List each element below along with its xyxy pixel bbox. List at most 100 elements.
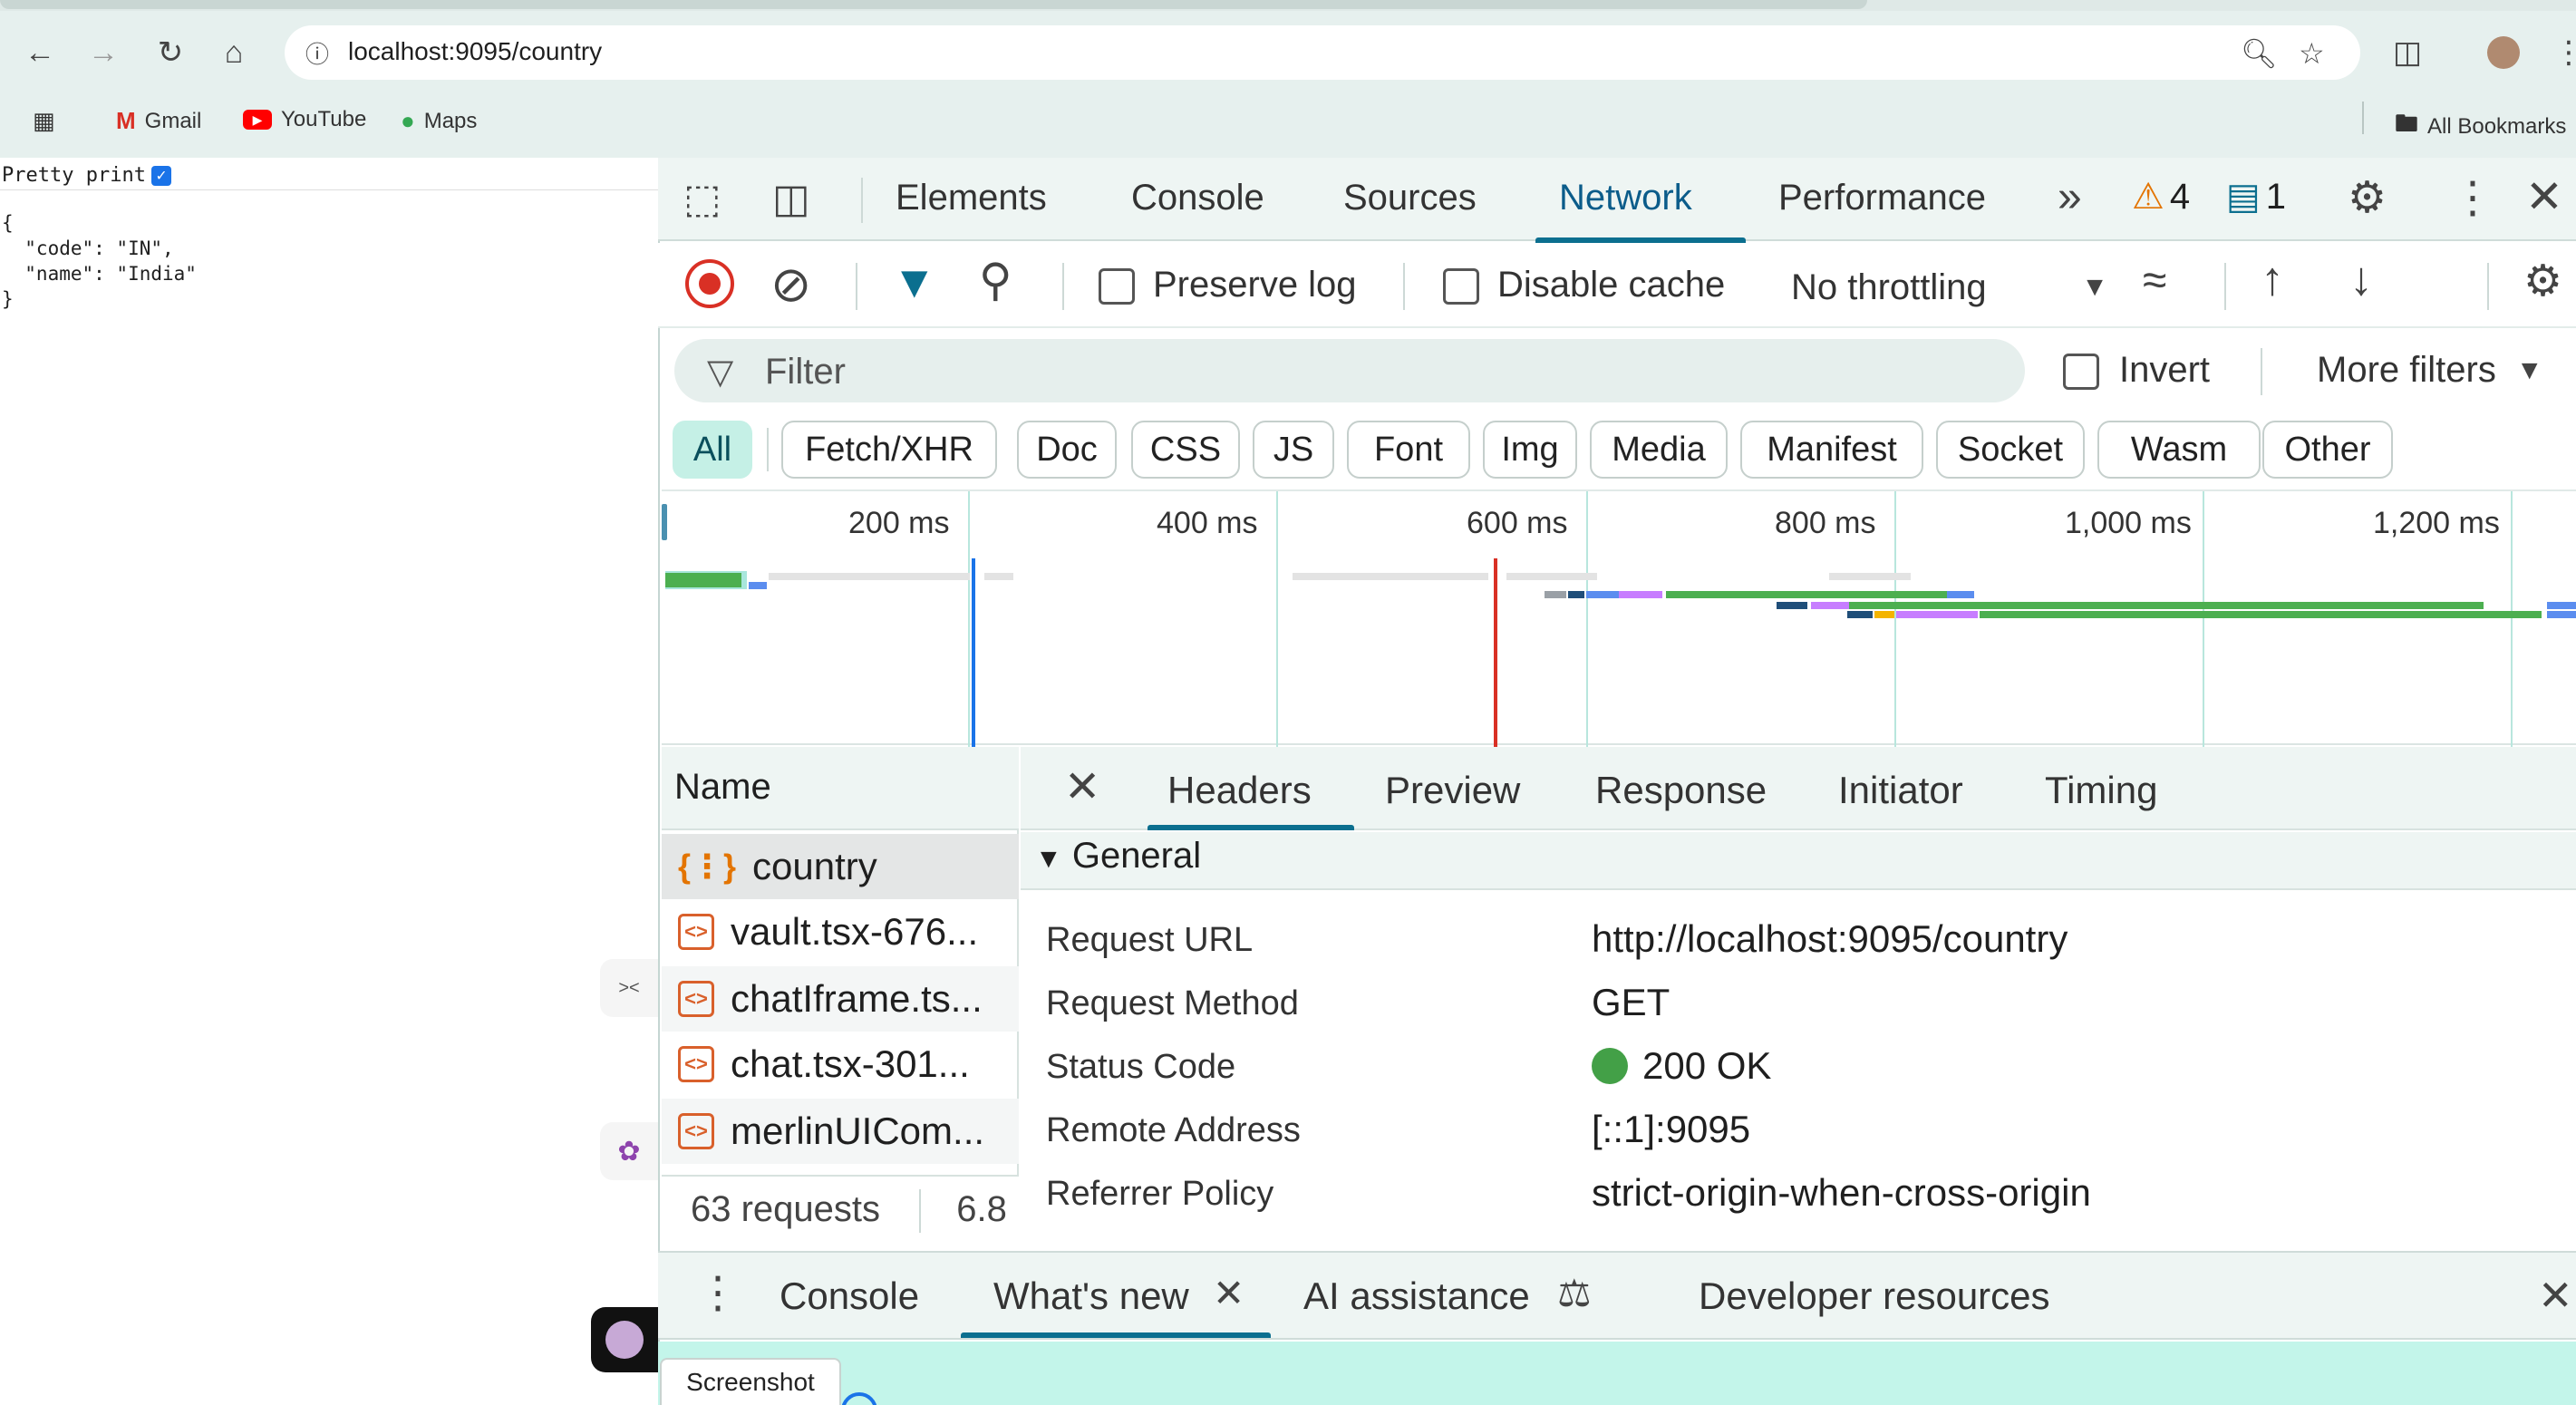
screenshot-button[interactable]: Screenshot (660, 1358, 841, 1405)
timeline-drag-handle[interactable] (662, 504, 667, 540)
header-value[interactable]: 200 OK (1642, 1044, 1771, 1088)
drawer-tab-indicator (961, 1332, 1271, 1338)
search-icon[interactable]: ⚲ (979, 254, 1012, 306)
type-filter-font[interactable]: Font (1347, 421, 1470, 479)
profile-avatar[interactable] (2482, 31, 2525, 74)
preserve-log-checkbox[interactable] (1099, 268, 1135, 305)
bookmark-youtube[interactable]: ▶ YouTube (243, 107, 366, 132)
header-value[interactable]: GET (1592, 981, 1670, 1024)
timeline-request-bar (749, 582, 767, 589)
warnings-badge[interactable]: ⚠ 4 (2132, 176, 2190, 218)
inspect-element-icon[interactable]: ⬚ (683, 176, 721, 222)
type-filter-css[interactable]: CSS (1131, 421, 1240, 479)
header-value[interactable]: [::1]:9095 (1592, 1108, 1750, 1151)
all-bookmarks[interactable]: 🖿︎ All Bookmarks (2395, 107, 2566, 147)
timeline-request-bar (2547, 602, 2576, 609)
request-row[interactable]: <> chat.tsx-301... (662, 1032, 1019, 1097)
type-filter-media[interactable]: Media (1590, 421, 1728, 479)
tab-performance[interactable]: Performance (1778, 178, 1986, 218)
brain-extension-icon[interactable]: ✿ (600, 1122, 658, 1180)
bookmark-gmail[interactable]: M Gmail (116, 107, 201, 135)
throttling-select[interactable]: No throttling ▼ (1791, 265, 2108, 310)
floating-sidebar-icon[interactable]: >< (600, 959, 658, 1017)
close-drawer-icon[interactable]: ✕ (2538, 1271, 2573, 1320)
network-conditions-icon[interactable]: ≈ (2143, 256, 2166, 305)
apps-grid-icon[interactable]: ▦ (33, 107, 55, 135)
more-tabs-icon[interactable]: » (2058, 172, 2082, 222)
header-value[interactable]: http://localhost:9095/country (1592, 917, 2068, 961)
bookmark-maps[interactable]: ● Maps (401, 107, 477, 135)
close-details-icon[interactable]: ✕ (1064, 761, 1100, 812)
toolbar-separator (1062, 263, 1064, 310)
tab-headers[interactable]: Headers (1167, 769, 1312, 812)
type-filter-img[interactable]: Img (1483, 421, 1577, 479)
request-row[interactable]: <> vault.tsx-676... (662, 899, 1019, 964)
request-row-country[interactable]: {⋮} country (662, 834, 1019, 899)
header-value[interactable]: strict-origin-when-cross-origin (1592, 1171, 2091, 1215)
filter-funnel-icon[interactable]: ▼ (892, 256, 937, 308)
type-filter-manifest[interactable]: Manifest (1740, 421, 1923, 479)
clear-icon[interactable]: ⊘ (770, 256, 811, 313)
import-har-icon[interactable]: ↑ (2261, 252, 2284, 306)
drawer-tab-developer-resources[interactable]: Developer resources (1699, 1274, 2050, 1318)
extensions-icon[interactable]: ◫ (2386, 31, 2429, 74)
address-bar[interactable]: ⓘ localhost:9095/country 🔍︎ ☆ (285, 25, 2360, 80)
type-filter-socket[interactable]: Socket (1936, 421, 2085, 479)
site-info-icon[interactable]: ⓘ (299, 34, 335, 71)
whats-new-panel (658, 1342, 2576, 1405)
address-url[interactable]: localhost:9095/country (348, 37, 602, 66)
type-filter-doc[interactable]: Doc (1017, 421, 1117, 479)
name-column-header[interactable]: Name (662, 747, 1019, 830)
script-file-icon: <> (678, 914, 714, 950)
tab-response[interactable]: Response (1595, 769, 1767, 812)
general-section-header[interactable]: ▼ General (1021, 832, 2576, 890)
bookmark-star-icon[interactable]: ☆ (2299, 36, 2325, 71)
tab-sources[interactable]: Sources (1343, 178, 1477, 218)
drawer-tab-ai-assistance[interactable]: AI assistance (1303, 1274, 1530, 1318)
pretty-print-checkbox[interactable]: ✓ (150, 165, 171, 186)
type-filter-other[interactable]: Other (2262, 421, 2393, 479)
type-filter-js[interactable]: JS (1253, 421, 1334, 479)
more-filters-dropdown[interactable]: More filters ▼ (2317, 350, 2543, 391)
drawer-tab-console[interactable]: Console (780, 1274, 919, 1318)
network-settings-icon[interactable]: ⚙ (2523, 256, 2562, 306)
merlin-launcher-icon[interactable] (591, 1307, 658, 1372)
tab-preview[interactable]: Preview (1385, 769, 1520, 812)
close-tab-icon[interactable]: ✕ (1213, 1271, 1244, 1315)
reload-icon[interactable]: ↻ (150, 33, 190, 73)
type-filter-wasm[interactable]: Wasm (2097, 421, 2261, 479)
tab-headers-indicator (1148, 825, 1354, 830)
type-filter-all[interactable]: All (673, 421, 752, 479)
timeline-request-bar (1619, 591, 1662, 598)
back-icon[interactable]: ← (20, 33, 60, 73)
tab-console[interactable]: Console (1131, 178, 1264, 218)
devtools-drawer-tabs (658, 1251, 2576, 1340)
tab-timing[interactable]: Timing (2045, 769, 2157, 812)
preserve-log-label: Preserve log (1153, 265, 1357, 305)
drawer-tab-whats-new[interactable]: What's new (993, 1274, 1189, 1318)
request-row[interactable]: <> chatIframe.ts... (662, 966, 1019, 1032)
filter-input[interactable]: ▽ Filter (674, 339, 2025, 402)
drawer-menu-icon[interactable]: ⋮ (696, 1267, 740, 1318)
browser-menu-icon[interactable]: ⋮ (2547, 31, 2576, 74)
home-icon[interactable]: ⌂ (214, 33, 254, 73)
disable-cache-checkbox[interactable] (1443, 268, 1479, 305)
record-icon[interactable] (685, 259, 734, 308)
export-har-icon[interactable]: ↓ (2349, 252, 2373, 306)
active-tab[interactable] (0, 0, 1867, 9)
network-overview-timeline[interactable]: 200 ms 400 ms 600 ms 800 ms 1,000 ms 1,2… (662, 489, 2576, 747)
tab-elements[interactable]: Elements (896, 178, 1047, 218)
invert-checkbox[interactable] (2063, 354, 2099, 390)
tab-initiator[interactable]: Initiator (1838, 769, 1963, 812)
type-filter-fetch-xhr[interactable]: Fetch/XHR (781, 421, 997, 479)
zoom-icon[interactable]: 🔍︎ (2241, 36, 2278, 71)
device-toolbar-icon[interactable]: ◫ (772, 176, 810, 222)
tab-network[interactable]: Network (1559, 178, 1692, 218)
request-row[interactable]: <> merlinUICom... (662, 1099, 1019, 1164)
devtools-menu-icon[interactable]: ⋮ (2451, 172, 2494, 223)
forward-icon[interactable]: → (83, 33, 123, 73)
messages-badge[interactable]: ▤ 1 (2226, 176, 2286, 218)
settings-gear-icon[interactable]: ⚙ (2348, 172, 2387, 223)
close-devtools-icon[interactable]: ✕ (2525, 170, 2563, 223)
timeline-request-bar (1568, 591, 1584, 598)
